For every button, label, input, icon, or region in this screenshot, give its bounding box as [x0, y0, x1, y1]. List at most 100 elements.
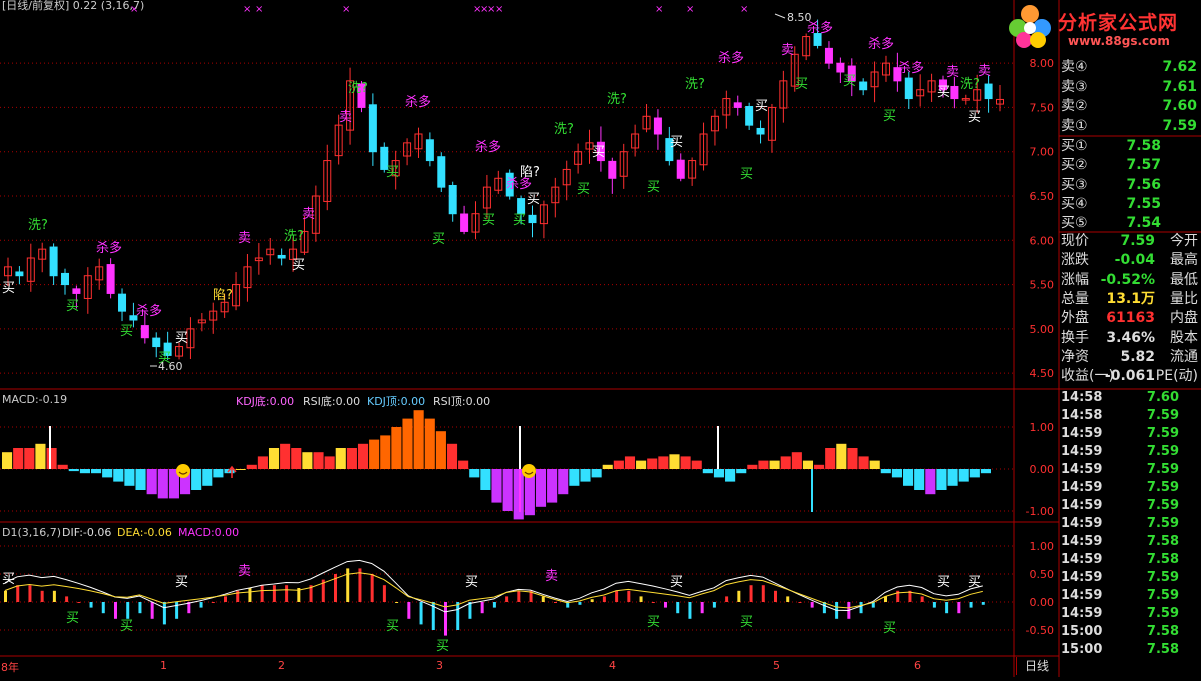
stat-label-2: 最低: [1170, 271, 1198, 288]
macd-bar: [691, 460, 702, 469]
stat-row: 换手 3.46% 股本: [1061, 329, 1199, 348]
price-tick-label: 5.00: [1030, 323, 1055, 336]
dif-bar: [395, 602, 399, 603]
high-price-pointer: [774, 13, 786, 19]
tick-price: 7.58: [1146, 642, 1179, 657]
macd-bar: [458, 460, 469, 469]
macd-bar: [658, 456, 669, 469]
signal-label: 买: [513, 213, 526, 228]
sell-label: 卖③: [1061, 78, 1088, 95]
macd-bar: [369, 439, 380, 469]
dif-bar: [285, 585, 289, 602]
signal-label: 卖: [302, 207, 315, 222]
stat-value: -0.52%: [1100, 271, 1155, 288]
buy-label: 买③: [1061, 176, 1088, 193]
signal-label: 买: [2, 281, 15, 296]
top-marker: ×: [686, 4, 694, 15]
macd-bar: [491, 469, 502, 503]
dif-bar: [541, 596, 545, 602]
macd-bar: [569, 469, 580, 486]
macd-bar: [814, 464, 825, 469]
candle-body: [608, 160, 617, 179]
macd-bar: [647, 458, 658, 469]
dif-signal-label: 卖: [238, 564, 251, 579]
signal-label: 买: [755, 99, 768, 114]
dif-bar: [859, 602, 863, 614]
macd-bar: [391, 427, 402, 469]
tick-row: 15:00 7.58: [1061, 623, 1199, 641]
macd-bar: [346, 448, 357, 469]
tick-time: 14:59: [1061, 462, 1103, 477]
macd-bar: [747, 464, 758, 469]
dif-signal-label: 买: [647, 615, 660, 630]
stat-label: 总量: [1061, 290, 1089, 307]
dif-bar: [578, 602, 582, 605]
candle-body: [49, 246, 58, 277]
macd-bar: [980, 469, 991, 474]
dif-bar: [688, 602, 692, 619]
macd-bar: [847, 448, 858, 469]
dif-bar: [810, 602, 814, 608]
macd-bar: [613, 460, 624, 469]
kdj-bottom-label: KDJ底:0.00: [236, 395, 295, 408]
tick-row: 14:58 7.60: [1061, 389, 1199, 407]
low-price-label: 4.60: [158, 360, 183, 373]
dif-bar: [627, 590, 631, 602]
signal-label: 陷?: [520, 165, 540, 180]
macd-bar: [469, 469, 480, 478]
macd-bar: [624, 456, 636, 469]
tick-price: 7.58: [1146, 552, 1179, 567]
macd-bar: [2, 452, 13, 469]
dif-bar: [957, 602, 961, 614]
tick-time: 14:58: [1061, 390, 1103, 405]
tick-row: 14:59 7.59: [1061, 605, 1199, 623]
macd-bar: [268, 448, 280, 469]
price-tick-label: 7.50: [1030, 101, 1055, 114]
price-tick-label: 4.50: [1030, 367, 1055, 380]
dif-signal-label: 买: [66, 611, 79, 626]
macd-bar: [280, 443, 291, 469]
dif-bar: [505, 596, 509, 602]
signal-label: 买: [527, 192, 540, 207]
signal-label: 卖: [781, 43, 794, 58]
macd-bar: [446, 443, 458, 469]
candle-body: [676, 159, 685, 179]
stat-value: -0.04: [1114, 252, 1155, 269]
macd-bar: [969, 469, 980, 478]
tick-time: 15:00: [1061, 642, 1103, 657]
signal-label: 卖: [978, 64, 991, 79]
price-tick-label: 8.00: [1030, 57, 1055, 70]
chart-canvas[interactable]: 8.007.507.006.506.005.505.004.50买买买 买买买买买…: [0, 0, 1201, 677]
tick-time: 14:59: [1061, 480, 1103, 495]
dif-bar: [211, 602, 215, 603]
period-button[interactable]: 日线: [1016, 657, 1057, 675]
top-marker: ×: [495, 4, 503, 15]
sell-row: 卖③ 7.61: [1061, 78, 1199, 97]
quote-panel: 卖④ 7.62 卖③ 7.61 卖② 7.60 卖① 7.59 买① 7.58 买② 7.57 买③ 7.…: [1059, 0, 1201, 677]
signal-label: 卖: [946, 65, 959, 80]
price-tick-label: 6.50: [1030, 190, 1055, 203]
buy-row: 买④ 7.55: [1061, 195, 1199, 214]
macd-bar: [302, 452, 313, 469]
macd-bar: [35, 443, 46, 469]
buy-row: 买③ 7.56: [1061, 176, 1199, 195]
stat-value: 5.82: [1120, 348, 1155, 365]
macd-bar: [57, 464, 68, 469]
dif-bar: [651, 602, 655, 603]
macd-bar: [202, 469, 213, 486]
candle-body: [756, 127, 765, 135]
x-label-1: 1: [160, 659, 167, 672]
dif-bar: [346, 568, 350, 602]
signal-label: 杀多: [96, 240, 122, 256]
signal-label: 买: [292, 258, 305, 273]
macd-bar: [769, 460, 780, 469]
dif-bar: [419, 602, 423, 625]
macd-bar: [914, 469, 925, 490]
candle-body: [859, 81, 868, 91]
macd-bar: [146, 469, 157, 495]
buy-price: 7.55: [1126, 195, 1161, 212]
signal-label: 陷?: [213, 288, 233, 303]
dif-bar: [602, 596, 606, 602]
signal-label: 买: [386, 165, 399, 180]
macd-bar: [547, 469, 558, 503]
